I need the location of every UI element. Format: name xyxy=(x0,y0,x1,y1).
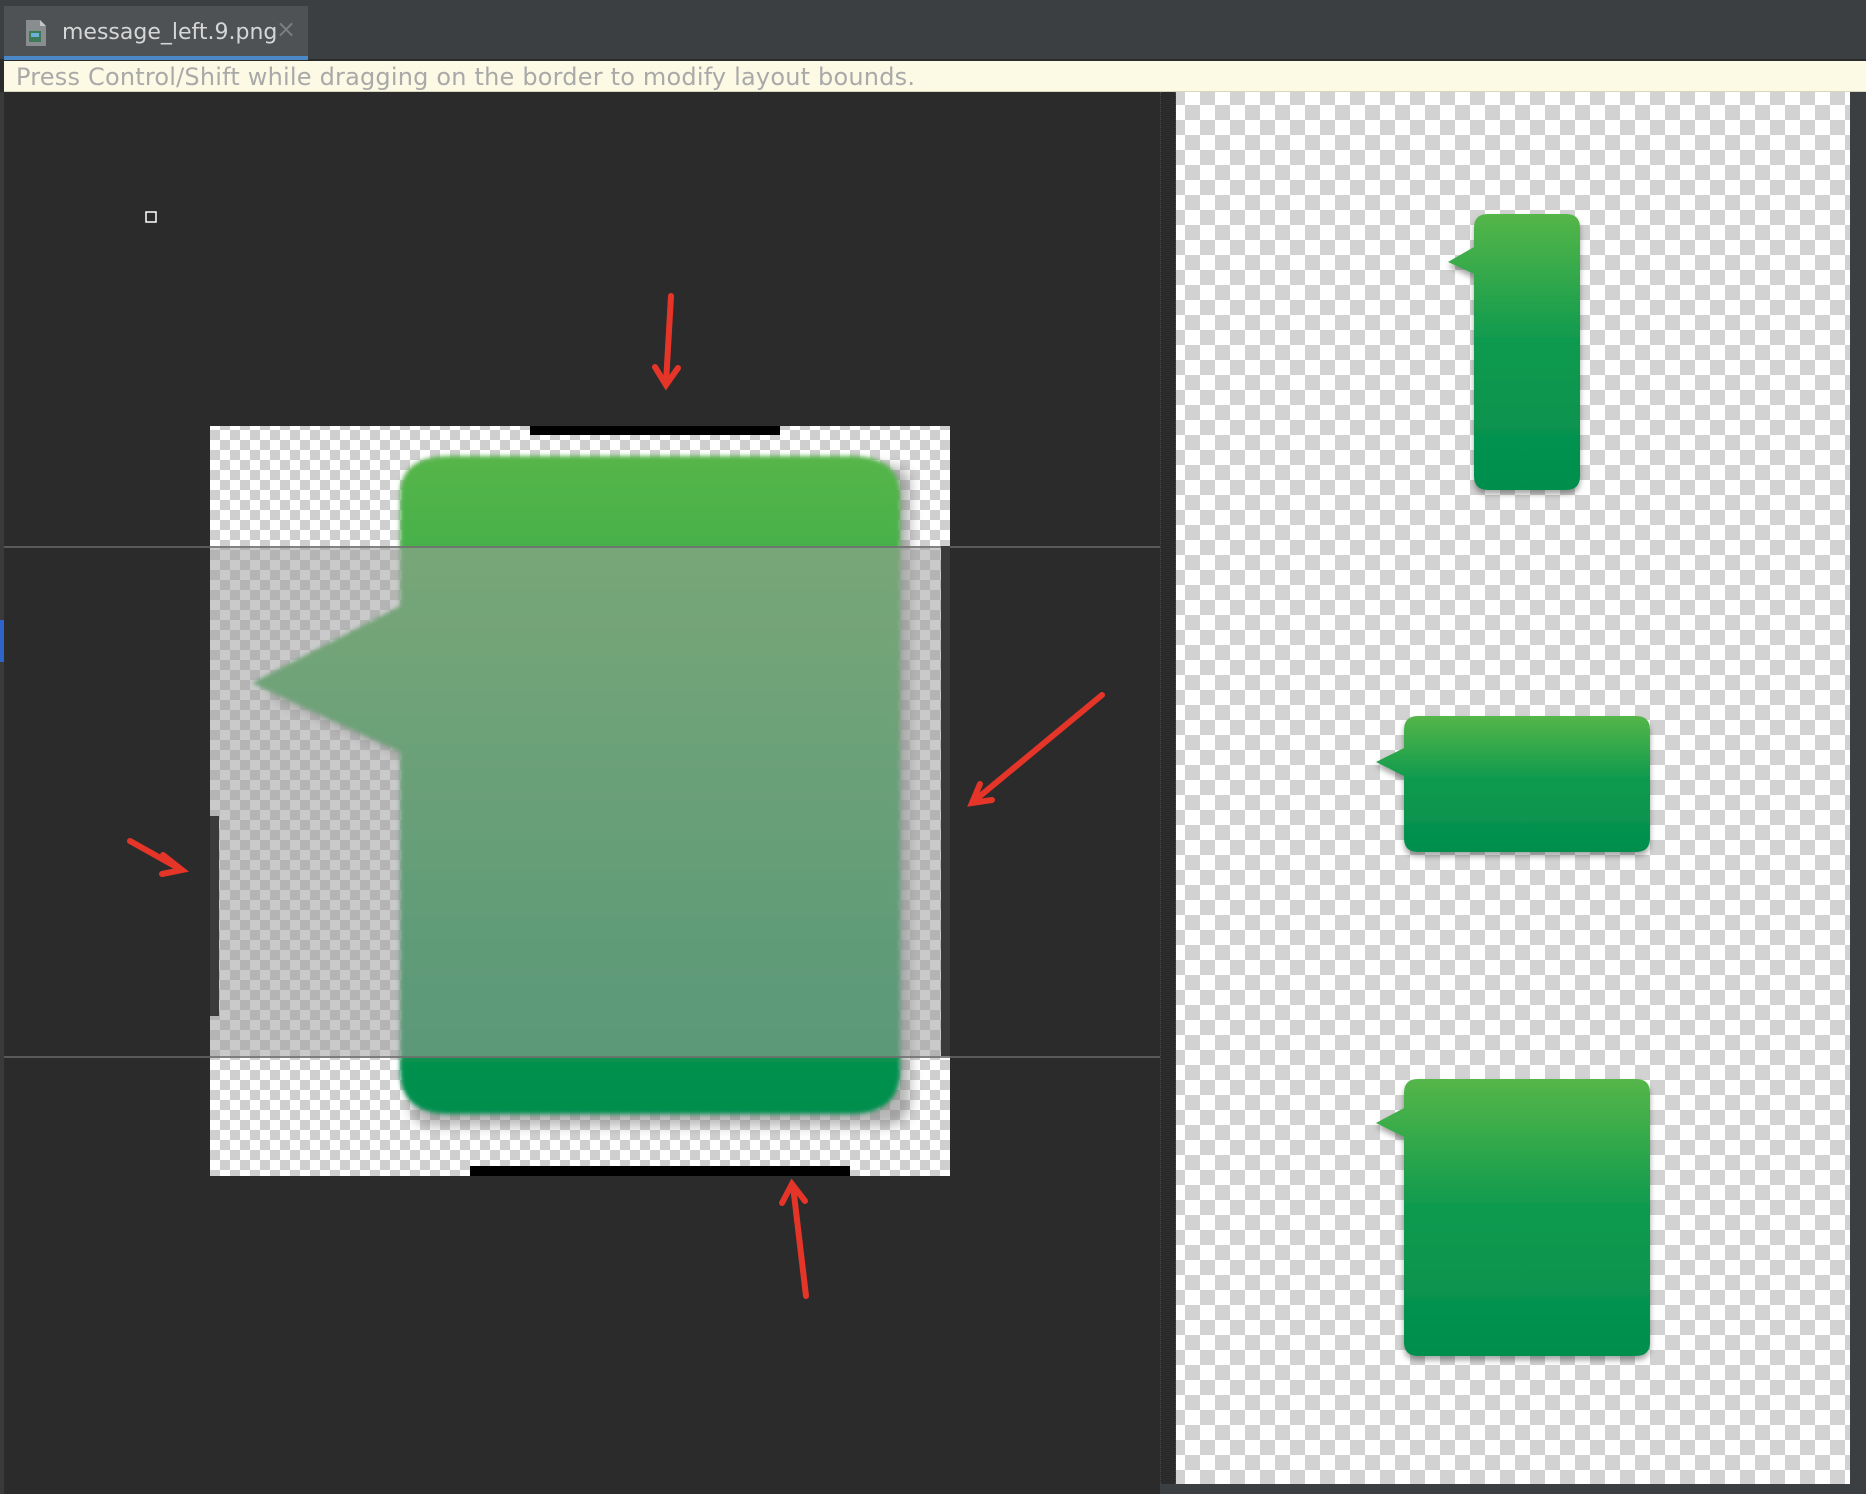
bottom-padding-marker[interactable] xyxy=(470,1166,850,1176)
red-arrow-icon xyxy=(652,293,681,391)
red-arrow-icon xyxy=(967,692,1105,807)
top-stretch-marker[interactable] xyxy=(530,426,780,435)
stretch-preview-panel xyxy=(1176,92,1850,1484)
resize-handle[interactable] xyxy=(145,211,157,223)
red-arrow-icon xyxy=(127,838,189,877)
preview-scroll-edge[interactable] xyxy=(1850,92,1866,1494)
nine-patch-image[interactable] xyxy=(210,426,960,1176)
left-stretch-marker[interactable] xyxy=(210,816,219,1016)
content-area-overlay xyxy=(210,546,950,1058)
red-arrow-icon xyxy=(779,1178,809,1299)
right-padding-marker[interactable] xyxy=(941,546,950,1056)
panel-splitter[interactable] xyxy=(1160,92,1176,1494)
preview-bottom-bar xyxy=(1160,1484,1866,1494)
